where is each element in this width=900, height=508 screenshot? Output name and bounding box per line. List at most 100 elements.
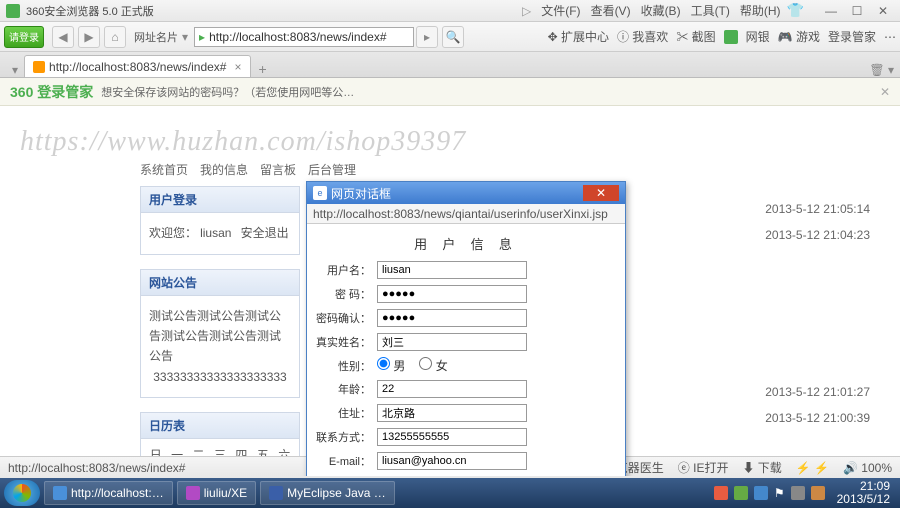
status-download[interactable]: ⬇ 下载	[742, 459, 781, 476]
left-column: 用户登录 欢迎您： liusan 安全退出 网站公告 测试公告测试公告测试公告测…	[140, 186, 300, 476]
menu-arrow-icon[interactable]: ▷	[522, 4, 531, 18]
panel-login: 用户登录 欢迎您： liusan 安全退出	[140, 186, 300, 255]
tool-like[interactable]: ⓘ 我喜欢	[617, 28, 668, 45]
menu-file[interactable]: 文件(F)	[541, 2, 580, 19]
lbl-tel: 联系方式：	[315, 429, 377, 445]
menu-fav[interactable]: 收藏(B)	[641, 2, 681, 19]
addr-dropdown-icon[interactable]: ▾	[182, 30, 188, 44]
input-pwd2[interactable]	[377, 309, 527, 327]
input-user[interactable]	[377, 261, 527, 279]
maximize-button[interactable]: ☐	[846, 3, 868, 19]
site-nav: 系统首页 我的信息 留言板 后台管理	[140, 161, 356, 178]
input-name[interactable]	[377, 333, 527, 351]
db-icon	[186, 486, 200, 500]
tray-icon[interactable]	[791, 486, 805, 500]
welcome-label: 欢迎您：	[149, 226, 197, 240]
dialog-body: 用 户 信 息 用户名： 密 码： 密码确认： 真实姓名： 性别： 男 女 年龄…	[307, 224, 625, 476]
menu-bar: 文件(F) 查看(V) 收藏(B) 工具(T) 帮助(H)	[541, 2, 780, 19]
status-zoom[interactable]: 🔊 100%	[843, 461, 892, 475]
input-addr[interactable]	[377, 404, 527, 422]
dialog-heading: 用 户 信 息	[315, 234, 617, 253]
input-age[interactable]	[377, 380, 527, 398]
dialog-close-button[interactable]: ✕	[583, 185, 619, 201]
notice-text: 测试公告测试公告测试公告测试公告测试公告测试公告	[149, 306, 291, 367]
timestamp: 2013-5-12 21:05:14	[765, 196, 870, 222]
login-mgr-text: 想安全保存该网站的密码吗？（若您使用网吧等公…	[101, 84, 354, 100]
address-text: http://localhost:8083/news/index#	[209, 30, 386, 44]
radio-male[interactable]: 男	[377, 357, 405, 374]
skin-icon[interactable]: 👕	[787, 2, 804, 19]
tray-icon[interactable]	[754, 486, 768, 500]
nav-admin[interactable]: 后台管理	[308, 161, 356, 178]
timestamp: 2013-5-12 21:01:27	[765, 379, 870, 405]
tray-icon[interactable]	[811, 486, 825, 500]
tray-flag-icon[interactable]: ⚑	[774, 486, 785, 500]
notice-nums: 33333333333333333333	[149, 367, 291, 387]
tool-more-icon[interactable]: ⋯	[884, 30, 896, 44]
browser-toolbar: 请登录 ◀ ▶ ⌂ 网址名片 ▾ ▸ http://localhost:8083…	[0, 22, 900, 52]
timestamp: 2013-5-12 21:00:39	[765, 405, 870, 431]
browser-title-bar: 360安全浏览器 5.0 正式版 ▷ 文件(F) 查看(V) 收藏(B) 工具(…	[0, 0, 900, 22]
timestamp: 2013-5-12 21:04:23	[765, 222, 870, 248]
login-manager-bar: 360 登录管家 想安全保存该网站的密码吗？（若您使用网吧等公… ✕	[0, 78, 900, 106]
minimize-button[interactable]: —	[820, 3, 842, 19]
nav-home[interactable]: 系统首页	[140, 161, 188, 178]
lbl-user: 用户名：	[315, 262, 377, 278]
back-button[interactable]: ◀	[52, 26, 74, 48]
menu-help[interactable]: 帮助(H)	[740, 2, 781, 19]
logout-link[interactable]: 安全退出	[241, 226, 289, 240]
nav-myinfo[interactable]: 我的信息	[200, 161, 248, 178]
menu-view[interactable]: 查看(V)	[591, 2, 631, 19]
tab-close-icon[interactable]: ×	[234, 60, 241, 74]
tray-clock[interactable]: 21:09 2013/5/12	[831, 480, 896, 506]
input-email[interactable]	[377, 452, 527, 470]
tool-login-mgr[interactable]: 登录管家	[828, 28, 876, 45]
input-pwd[interactable]	[377, 285, 527, 303]
tool-screenshot[interactable]: ✂ 截图	[676, 28, 715, 45]
tab-active[interactable]: http://localhost:8083/news/index# ×	[24, 55, 250, 77]
input-tel[interactable]	[377, 428, 527, 446]
tab-trash-icon[interactable]: 🗑 ▾	[869, 63, 894, 77]
tray-icon[interactable]	[714, 486, 728, 500]
task-browser[interactable]: http://localhost:…	[44, 481, 173, 505]
tool-icon[interactable]	[724, 30, 738, 44]
panel-calendar-title: 日历表	[141, 413, 299, 439]
user-info-dialog: e 网页对话框 ✕ http://localhost:8083/news/qia…	[306, 181, 626, 476]
task-myeclipse[interactable]: MyEclipse Java …	[260, 481, 395, 505]
dialog-titlebar[interactable]: e 网页对话框 ✕	[307, 182, 625, 204]
panel-notice-title: 网站公告	[141, 270, 299, 296]
status-ie[interactable]: ⓔ IE打开	[678, 459, 729, 476]
login-mgr-close-icon[interactable]: ✕	[880, 85, 890, 99]
dialog-url-text: http://localhost:8083/news/qiantai/useri…	[313, 207, 608, 221]
radio-female[interactable]: 女	[419, 357, 447, 374]
forward-button[interactable]: ▶	[78, 26, 100, 48]
nav-msg[interactable]: 留言板	[260, 161, 296, 178]
home-button[interactable]: ⌂	[104, 26, 126, 48]
secure-icon: ▸	[199, 30, 205, 44]
favicon-icon	[33, 61, 45, 73]
go-button[interactable]: ▸	[416, 26, 438, 48]
status-accel[interactable]: ⚡ ⚡	[796, 461, 829, 475]
tab-title: http://localhost:8083/news/index#	[49, 60, 226, 74]
tool-game[interactable]: 🎮 游戏	[778, 28, 820, 45]
menu-tools[interactable]: 工具(T)	[691, 2, 730, 19]
page-content: https://www.huzhan.com/ishop39397 系统首页 我…	[0, 106, 900, 476]
login-button[interactable]: 请登录	[4, 26, 44, 48]
start-button[interactable]	[4, 480, 40, 506]
dialog-title: 网页对话框	[331, 185, 391, 202]
panel-login-body: 欢迎您： liusan 安全退出	[141, 213, 299, 254]
close-window-button[interactable]: ✕	[872, 3, 894, 19]
tray-icon[interactable]	[734, 486, 748, 500]
tab-menu-icon[interactable]: ▾	[12, 63, 18, 77]
lbl-name: 真实姓名：	[315, 334, 377, 350]
tool-bank[interactable]: 网银	[746, 28, 770, 45]
new-tab-icon[interactable]: +	[259, 61, 267, 77]
lbl-addr: 住址：	[315, 405, 377, 421]
task-db[interactable]: liuliu/XE	[177, 481, 256, 505]
search-button[interactable]: 🔍	[442, 26, 464, 48]
address-bar[interactable]: ▸ http://localhost:8083/news/index#	[194, 27, 414, 47]
ext-center[interactable]: ✥ 扩展中心	[548, 28, 609, 45]
welcome-user: liusan	[200, 226, 231, 240]
panel-login-title: 用户登录	[141, 187, 299, 213]
tab-bar: ▾ http://localhost:8083/news/index# × + …	[0, 52, 900, 78]
